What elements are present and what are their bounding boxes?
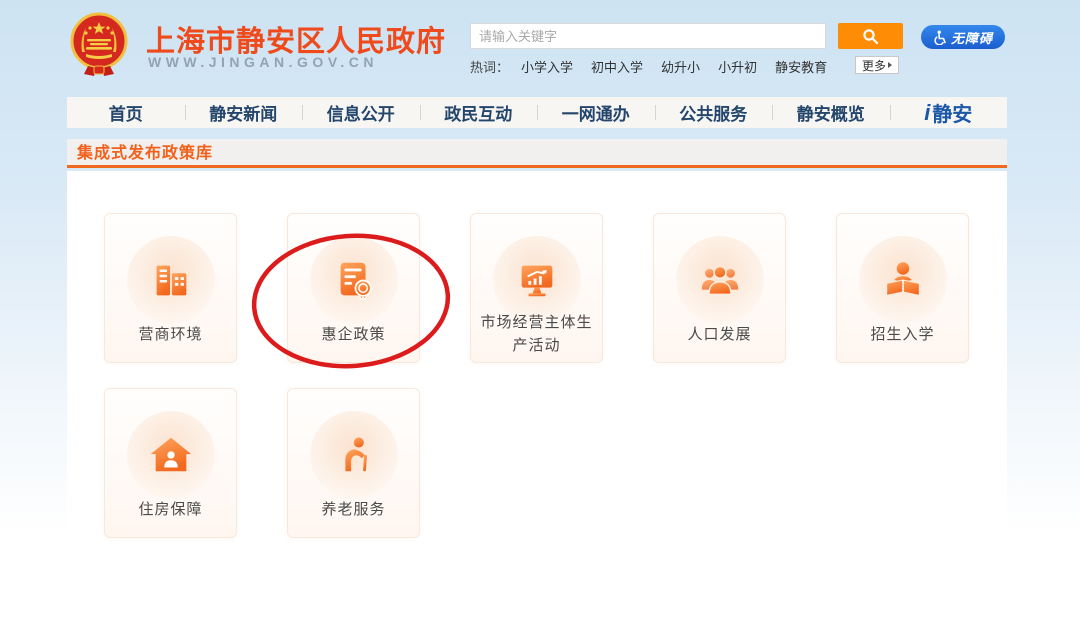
- card-elderly-services[interactable]: 养老服务: [287, 388, 420, 538]
- buildings-icon: [156, 265, 186, 296]
- nav-item-home[interactable]: 首页: [67, 97, 185, 128]
- monitor-chart-icon: [521, 265, 552, 297]
- nav-item-interaction[interactable]: 政民互动: [419, 97, 538, 128]
- wheelchair-icon: [934, 30, 946, 45]
- card-market-entities[interactable]: 市场经营主体生产活动: [470, 213, 603, 363]
- card-label: 市场经营主体生产活动: [480, 314, 593, 354]
- card-business-environment[interactable]: 营商环境: [104, 213, 237, 363]
- nav-item-info-disclosure[interactable]: 信息公开: [302, 97, 420, 128]
- nav-item-one-stop-service[interactable]: 一网通办: [537, 97, 655, 128]
- card-label: 人口发展: [687, 325, 752, 343]
- national-emblem-icon: [70, 12, 128, 76]
- policy-document-icon: [340, 262, 372, 301]
- card-label: 招生入学: [870, 325, 935, 343]
- card-housing-security[interactable]: 住房保障: [104, 388, 237, 538]
- card-school-enrollment[interactable]: 招生入学: [836, 213, 969, 363]
- logo-text: 静安: [932, 104, 973, 126]
- card-label: 养老服务: [321, 500, 386, 518]
- hot-word-link[interactable]: 小升初: [718, 57, 757, 76]
- house-person-icon: [150, 437, 191, 472]
- hot-word-link[interactable]: 静安教育: [775, 57, 827, 76]
- hot-word-link[interactable]: 幼升小: [661, 57, 700, 76]
- nav-item-news[interactable]: 静安新闻: [184, 97, 303, 128]
- hot-word-link[interactable]: 小学入学: [521, 57, 573, 76]
- student-reading-icon: [885, 262, 920, 296]
- jingan-app-logo[interactable]: i 静安: [889, 97, 1008, 128]
- card-label: 营商环境: [138, 325, 203, 343]
- search-icon: [863, 28, 879, 44]
- card-label: 住房保障: [138, 500, 203, 518]
- section-header-bar: 集成式发布政策库: [67, 139, 1007, 168]
- main-nav: 首页 静安新闻 信息公开 政民互动 一网通办 公共服务 静安概览 i 静安: [67, 97, 1007, 128]
- search-button[interactable]: [838, 23, 903, 49]
- more-arrow-icon: [888, 62, 892, 68]
- card-population-development[interactable]: 人口发展: [653, 213, 786, 363]
- card-enterprise-policies[interactable]: 惠企政策: [287, 213, 420, 363]
- nav-item-overview[interactable]: 静安概览: [772, 97, 890, 128]
- logo-i-mark: i: [924, 99, 931, 125]
- hot-words: 热词： 小学入学 初中入学 幼升小 小升初 静安教育: [470, 57, 845, 76]
- elderly-care-icon: [344, 437, 367, 472]
- nav-item-public-service[interactable]: 公共服务: [654, 97, 773, 128]
- section-title: 集成式发布政策库: [77, 145, 214, 162]
- accessibility-button[interactable]: 无障碍: [921, 25, 1005, 49]
- search-input[interactable]: [470, 23, 826, 49]
- page: 上海市静安区人民政府 WWW.JINGAN.GOV.CN 无障碍 热词： 小学入…: [0, 0, 1080, 628]
- more-label: 更多: [861, 58, 886, 73]
- site-url: WWW.JINGAN.GOV.CN: [148, 54, 378, 70]
- people-group-icon: [701, 265, 738, 296]
- hot-words-label: 热词：: [470, 60, 510, 75]
- more-button[interactable]: 更多: [855, 56, 899, 74]
- card-label: 惠企政策: [321, 325, 386, 343]
- hot-word-link[interactable]: 初中入学: [591, 57, 643, 76]
- accessibility-label: 无障碍: [950, 30, 993, 46]
